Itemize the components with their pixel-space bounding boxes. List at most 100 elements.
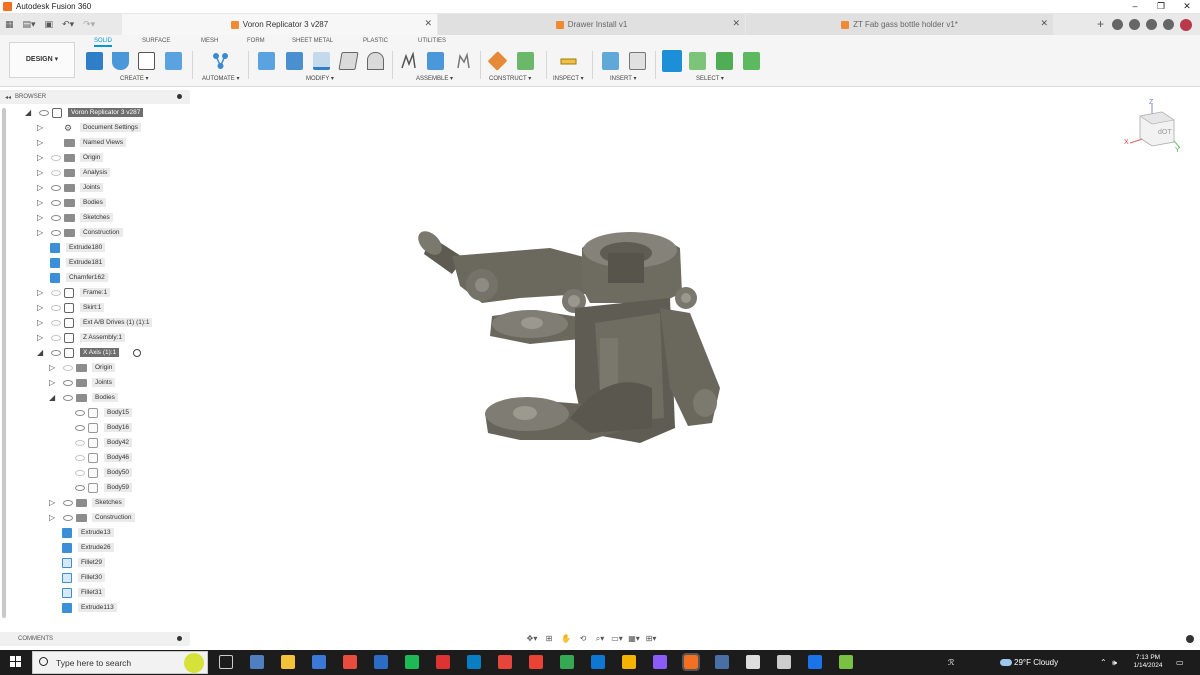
notification-center-icon[interactable]: ▭ xyxy=(1176,658,1184,667)
selection-filter-icon[interactable] xyxy=(716,52,733,70)
expand-arrow-icon[interactable]: ▷ xyxy=(37,304,45,312)
activate-component-radio-icon[interactable] xyxy=(133,349,141,357)
group-insert[interactable]: INSERT ▾ xyxy=(610,75,636,82)
fillet-icon[interactable] xyxy=(286,52,303,70)
tab-voron-replicator[interactable]: Voron Replicator 3 v287 ✕ xyxy=(122,14,437,35)
browser-tree-row[interactable]: Body15 xyxy=(0,406,190,421)
group-modify[interactable]: MODIFY ▾ xyxy=(306,75,334,82)
browser-pin-icon[interactable] xyxy=(177,94,182,99)
expand-arrow-icon[interactable]: ▷ xyxy=(37,124,45,132)
browser-tree-row[interactable]: Chamfer162 xyxy=(0,271,190,286)
midplane-icon[interactable] xyxy=(517,52,534,70)
visibility-eye-icon[interactable] xyxy=(75,485,85,491)
chrome-icon[interactable] xyxy=(529,655,543,669)
browser-tree-row[interactable]: ▷ Origin xyxy=(0,151,190,166)
new-tab-plus-icon[interactable]: + xyxy=(1095,18,1106,30)
chamfer-icon[interactable] xyxy=(313,52,330,70)
notifications-icon[interactable] xyxy=(1146,19,1157,30)
show-hidden-icons-icon[interactable]: ⌃ xyxy=(1100,658,1107,667)
browser-tree-row[interactable]: ◢ Bodies xyxy=(0,391,190,406)
create-form-icon[interactable] xyxy=(112,52,129,70)
file-explorer-icon[interactable] xyxy=(281,655,295,669)
browser-tree-row[interactable]: Extrude113 xyxy=(0,601,190,616)
close-tab-icon[interactable]: ✕ xyxy=(1040,18,1048,29)
expand-arrow-icon[interactable]: ▷ xyxy=(37,319,45,327)
browser-tree-row[interactable]: ◢ Voron Replicator 3 v287 xyxy=(0,106,190,121)
spotify-icon[interactable] xyxy=(405,655,419,669)
browser-tree-row[interactable]: Body16 xyxy=(0,421,190,436)
visibility-eye-icon[interactable] xyxy=(75,410,85,416)
acrobat-icon[interactable] xyxy=(498,655,512,669)
app-icon[interactable] xyxy=(839,655,853,669)
windows-start-icon[interactable] xyxy=(10,656,22,668)
motion-link-icon[interactable] xyxy=(455,52,472,70)
close-tab-icon[interactable]: ✕ xyxy=(424,18,432,29)
fusion-taskbar-icon[interactable] xyxy=(682,653,700,671)
selection-priority-icon[interactable] xyxy=(743,52,760,70)
marking-menu-icon[interactable] xyxy=(1186,635,1194,643)
browser-tree-row[interactable]: ▷ Skirt:1 xyxy=(0,301,190,316)
group-automate[interactable]: AUTOMATE ▾ xyxy=(202,75,239,82)
weather-cloud-icon[interactable] xyxy=(1000,659,1012,666)
save-icon[interactable]: ▣ xyxy=(45,19,54,30)
visibility-eye-icon[interactable] xyxy=(51,305,61,311)
visibility-eye-icon[interactable] xyxy=(75,470,85,476)
browser-tree-row[interactable]: ▷ Construction xyxy=(0,511,190,526)
offset-plane-icon[interactable] xyxy=(487,51,508,71)
browser-tree-row[interactable]: ◢ X Axis (1):1 xyxy=(0,346,190,361)
browser-tree-row[interactable]: ▷ Z Assembly:1 xyxy=(0,331,190,346)
expand-arrow-icon[interactable]: ▷ xyxy=(49,364,57,372)
view-cube[interactable]: dOT X Y Z xyxy=(1122,98,1182,154)
tab-sheet-metal[interactable]: SHEET METAL xyxy=(292,38,333,44)
browser-tree-row[interactable]: Body46 xyxy=(0,451,190,466)
browser-tree-row[interactable]: Body59 xyxy=(0,481,190,496)
viewports-icon[interactable]: ⊞▾ xyxy=(644,634,658,644)
visibility-eye-icon[interactable] xyxy=(63,500,73,506)
app-icon[interactable] xyxy=(591,655,605,669)
close-window-button[interactable]: ✕ xyxy=(1174,0,1200,14)
group-inspect[interactable]: INSPECT ▾ xyxy=(553,75,584,82)
comments-panel[interactable]: COMMENTS xyxy=(0,632,190,646)
expand-arrow-icon[interactable]: ▷ xyxy=(49,379,57,387)
assemble-component-icon[interactable] xyxy=(427,52,444,70)
browser-tree-row[interactable]: ▷ Frame:1 xyxy=(0,286,190,301)
visibility-eye-icon[interactable] xyxy=(51,335,61,341)
create-sketch-icon[interactable] xyxy=(138,52,155,70)
collapse-browser-icon[interactable]: ◂◂ xyxy=(5,94,11,101)
job-status-icon[interactable] xyxy=(1129,19,1140,30)
expand-arrow-icon[interactable]: ▷ xyxy=(49,514,57,522)
press-pull-icon[interactable] xyxy=(258,52,275,70)
combine-icon[interactable] xyxy=(367,52,384,70)
close-tab-icon[interactable]: ✕ xyxy=(732,18,740,29)
extrude-icon[interactable] xyxy=(165,52,182,70)
visibility-eye-icon[interactable] xyxy=(75,455,85,461)
expand-arrow-icon[interactable]: ▷ xyxy=(37,214,45,222)
edge-icon[interactable] xyxy=(808,655,822,669)
browser-tree-row[interactable]: ▷ Origin xyxy=(0,361,190,376)
new-component-icon[interactable] xyxy=(86,52,103,70)
redo-icon[interactable]: ↷▾ xyxy=(83,19,95,30)
tab-form[interactable]: FORM xyxy=(247,38,265,44)
chrome-icon[interactable] xyxy=(312,655,326,669)
expand-arrow-icon[interactable]: ▷ xyxy=(37,229,45,237)
visibility-eye-icon[interactable] xyxy=(63,395,73,401)
app-icon[interactable] xyxy=(622,655,636,669)
visibility-eye-icon[interactable] xyxy=(51,215,61,221)
expand-arrow-icon[interactable]: ▷ xyxy=(37,154,45,162)
app-icon[interactable] xyxy=(467,655,481,669)
messenger-icon[interactable] xyxy=(653,655,667,669)
browser-tree-row[interactable]: ▷ Construction xyxy=(0,226,190,241)
browser-tree-row[interactable]: Body50 xyxy=(0,466,190,481)
visibility-eye-icon[interactable] xyxy=(51,350,61,356)
expand-arrow-icon[interactable]: ▷ xyxy=(37,184,45,192)
app-icon[interactable] xyxy=(250,655,264,669)
expand-arrow-icon[interactable]: ▷ xyxy=(37,199,45,207)
browser-tree-row[interactable]: ▷ Analysis xyxy=(0,166,190,181)
group-construct[interactable]: CONSTRUCT ▾ xyxy=(489,75,531,82)
zoom-icon[interactable]: ⟲ xyxy=(576,634,590,644)
expand-arrow-icon[interactable]: ▷ xyxy=(37,334,45,342)
group-select[interactable]: SELECT ▾ xyxy=(696,75,724,82)
visibility-eye-icon[interactable] xyxy=(63,365,73,371)
pan-icon[interactable]: ✋ xyxy=(559,634,573,644)
insert-image-icon[interactable] xyxy=(602,52,619,70)
